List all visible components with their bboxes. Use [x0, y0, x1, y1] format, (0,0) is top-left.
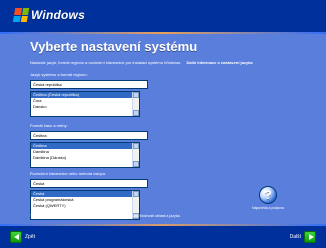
keyboard-dropdown[interactable]: Česká	[30, 179, 148, 188]
more-info-link[interactable]: Další informace o nastavení jazyka	[187, 60, 253, 65]
header-bar: Windows	[0, 0, 326, 32]
windows-logo-text: Windows	[31, 8, 85, 22]
page-title: Vyberte nastavení systému	[30, 39, 198, 54]
help-text[interactable]: Nápověda a podpora	[224, 206, 312, 210]
bottom-note: Tato nastavení můžete později změnit v O…	[30, 214, 181, 218]
list-item[interactable]: Česká (QWERTY)	[31, 203, 132, 209]
windows-logo: Windows	[12, 8, 85, 22]
section-label: Formát času a měny:	[30, 123, 68, 128]
section-format: Formát času a měny: Čeština Čeština Dánš…	[30, 123, 148, 168]
back-arrow-icon[interactable]	[10, 231, 22, 243]
next-button[interactable]: Další	[290, 231, 316, 243]
scroll-up-icon[interactable]	[133, 191, 139, 197]
section-label: Rozložení klávesnice nebo metoda vstupu:	[30, 171, 107, 176]
help-icon[interactable]: ?	[259, 186, 277, 204]
format-listbox[interactable]: Čeština Dánština Dánština (Dánsko)	[30, 142, 140, 168]
section-label: Jazyk systému a formát regionu:	[30, 72, 88, 77]
language-dropdown[interactable]: Česká republika	[30, 80, 148, 89]
intro-text: Nastavte jazyk, formát regionu a rozlože…	[30, 60, 182, 65]
list-item[interactable]: Dánsko	[31, 104, 132, 110]
section-keyboard: Rozložení klávesnice nebo metoda vstupu:…	[30, 171, 148, 220]
format-scrollbar[interactable]	[132, 143, 139, 167]
header-accent-line	[0, 32, 326, 34]
next-label: Další	[289, 234, 301, 240]
scroll-down-icon[interactable]	[133, 161, 139, 167]
page-intro: Nastavte jazyk, formát regionu a rozlože…	[30, 60, 300, 65]
format-dropdown[interactable]: Čeština	[30, 131, 148, 140]
scroll-up-icon[interactable]	[133, 143, 139, 149]
windows-flag-icon	[12, 8, 30, 22]
back-button[interactable]: Zpět	[10, 231, 35, 243]
language-listbox[interactable]: Čeština (Česká republika) Čína Dánsko	[30, 91, 140, 117]
section-language: Jazyk systému a formát regionu: Česká re…	[30, 72, 148, 117]
scroll-up-icon[interactable]	[133, 92, 139, 98]
scroll-down-icon[interactable]	[133, 110, 139, 116]
language-scrollbar[interactable]	[132, 92, 139, 116]
help-area: ? Nápověda a podpora	[224, 186, 312, 210]
list-item[interactable]: Dánština (Dánsko)	[31, 155, 132, 161]
windows-setup-screen: Windows Vyberte nastavení systému Nastav…	[0, 0, 326, 248]
footer-bar	[0, 226, 326, 248]
next-arrow-icon[interactable]	[304, 231, 316, 243]
back-label: Zpět	[25, 234, 36, 240]
